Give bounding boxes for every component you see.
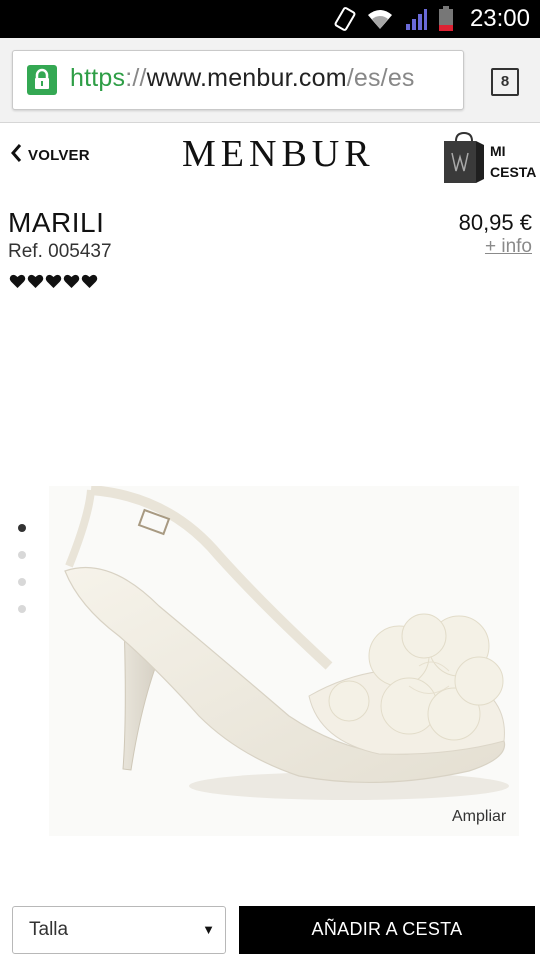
gallery-dot[interactable] [18,578,26,586]
add-to-cart-button[interactable]: AÑADIR A CESTA [239,906,535,954]
heart-icon [45,274,62,288]
chevron-left-icon [10,143,22,168]
size-select[interactable]: Talla ▼ [12,906,226,954]
url-text[interactable]: https://www.menbur.com/es/es [70,64,415,93]
tab-switcher-button[interactable]: 8 [491,68,519,96]
cart-label-line2: CESTA [490,164,537,180]
size-select-value: Talla [29,919,69,940]
back-label: VOLVER [28,147,90,164]
product-reference: Ref. 005437 [8,241,112,262]
url-scheme: https [70,64,126,92]
gallery-dot[interactable] [18,605,26,613]
address-bar[interactable]: https://www.menbur.com/es/es [12,50,464,110]
heart-icon [27,274,44,288]
more-info-link[interactable]: + info [485,236,532,258]
site-header: VOLVER MENBUR MI CESTA [0,123,540,189]
heart-icon [81,274,98,288]
rotation-lock-icon [334,6,356,32]
status-bar: 23:00 [0,0,540,38]
product-price: 80,95 € [458,210,532,235]
url-separator: :// [125,64,147,92]
gallery-dot[interactable] [18,524,26,532]
gallery-dot[interactable] [18,551,26,559]
url-host: www.menbur.com [146,64,347,92]
site-logo[interactable]: MENBUR [182,132,375,176]
battery-icon [438,6,454,32]
wifi-icon [366,7,394,31]
cart-button[interactable]: MI CESTA [442,129,538,185]
gallery-pagination [18,524,26,632]
lock-icon [27,65,57,95]
cart-label-line1: MI [490,143,506,159]
zoom-link[interactable]: Ampliar [452,808,506,826]
url-path: /es/es [346,64,415,92]
cart-label: MI CESTA [490,141,536,183]
back-button[interactable]: VOLVER [10,143,90,168]
product-name: MARILI [8,207,105,238]
clock: 23:00 [469,5,530,32]
heart-icon [63,274,80,288]
signal-icon [404,7,428,31]
shopping-bag-icon [442,131,486,190]
product-image[interactable] [49,485,519,836]
caret-down-icon: ▼ [202,922,215,937]
browser-toolbar: https://www.menbur.com/es/es 8 [0,38,540,123]
heart-icon [9,274,26,288]
rating [9,273,98,290]
